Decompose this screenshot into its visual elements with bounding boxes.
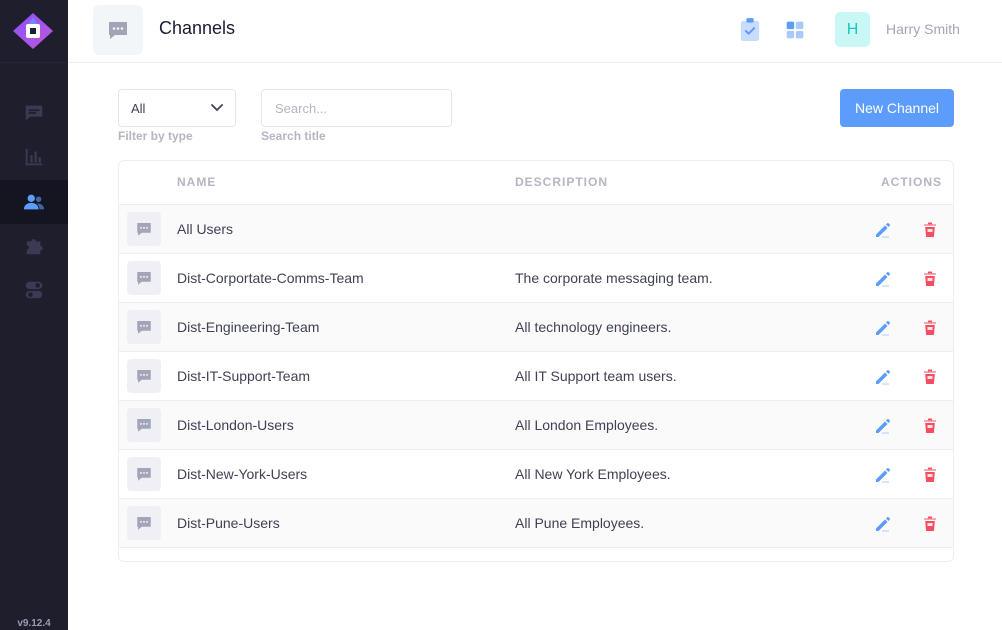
user-name[interactable]: Harry Smith [886,21,960,37]
channel-icon [127,457,161,491]
delete-icon[interactable] [921,221,939,239]
delete-icon[interactable] [921,515,939,533]
message-icon [25,105,43,121]
column-header-name: NAME [177,175,217,189]
channel-name: Dist-New-York-Users [177,466,308,482]
table-row[interactable]: Dist-Pune-Users All Pune Employees. [119,499,953,548]
channel-icon [127,212,161,246]
search-label: Search title [261,129,326,143]
header: Channels H Harry Smith [68,0,1002,63]
delete-icon[interactable] [921,368,939,386]
toggle-icon [25,281,43,299]
delete-icon[interactable] [921,270,939,288]
chat-icon [109,22,127,39]
puzzle-icon [26,239,43,255]
sidebar-item-settings[interactable] [0,268,68,312]
table-row[interactable]: Dist-New-York-Users All New York Employe… [119,450,953,499]
channel-icon [127,310,161,344]
column-header-actions: ACTIONS [881,175,942,189]
table-row[interactable]: Dist-London-Users All London Employees. [119,401,953,450]
sidebar-item-messages[interactable] [0,91,68,135]
edit-icon[interactable] [873,368,891,386]
table-header: NAME DESCRIPTION ACTIONS [119,161,953,205]
edit-icon[interactable] [873,319,891,337]
sidebar-divider [0,62,68,63]
channel-description: All New York Employees. [515,466,671,482]
channel-icon [127,359,161,393]
delete-icon[interactable] [921,319,939,337]
search-input[interactable] [261,89,452,127]
new-channel-button[interactable]: New Channel [840,89,954,127]
column-header-description: DESCRIPTION [515,175,609,189]
channel-description: The corporate messaging team. [515,270,713,286]
sidebar-item-analytics[interactable] [0,135,68,179]
chart-icon [25,148,43,166]
table-row[interactable]: Dist-Engineering-Team All technology eng… [119,303,953,352]
channel-name: Dist-IT-Support-Team [177,368,311,384]
app-logo[interactable] [12,12,54,50]
delete-icon[interactable] [921,466,939,484]
sidebar-item-channels[interactable] [0,180,68,224]
channel-name: Dist-Pune-Users [177,515,280,531]
channel-name: Dist-Engineering-Team [177,319,320,335]
channel-description: All Pune Employees. [515,515,645,531]
channel-name: Dist-London-Users [177,417,294,433]
channels-table: NAME DESCRIPTION ACTIONS All Users Dist-… [118,160,954,562]
channel-icon [127,408,161,442]
table-row[interactable]: All Users [119,205,953,254]
table-row[interactable]: Dist-IT-Support-Team All IT Support team… [119,352,953,401]
channel-name: Dist-Corportate-Comms-Team [177,270,364,286]
edit-icon[interactable] [873,466,891,484]
edit-icon[interactable] [873,221,891,239]
app-version: v9.12.4 [17,618,51,629]
edit-icon[interactable] [873,270,891,288]
chevron-down-icon [211,104,223,112]
channel-name: All Users [177,221,234,237]
page-title: Channels [159,18,236,38]
users-icon [23,194,45,210]
channel-description: All London Employees. [515,417,659,433]
delete-icon[interactable] [921,417,939,435]
table-row[interactable]: Dist-Corportate-Comms-Team The corporate… [119,254,953,303]
edit-icon[interactable] [873,417,891,435]
page-icon [93,5,143,55]
channel-icon [127,261,161,295]
edit-icon[interactable] [873,515,891,533]
sidebar: v9.12.4 [0,0,68,630]
apps-grid-icon[interactable] [783,16,807,44]
sidebar-item-integrations[interactable] [0,224,68,268]
type-filter-value: All [131,100,146,116]
type-filter-label: Filter by type [118,129,193,143]
channel-description: All IT Support team users. [515,368,677,384]
channel-icon [127,506,161,540]
avatar[interactable]: H [835,12,870,47]
type-filter-select[interactable]: All [118,89,236,127]
clipboard-check-icon[interactable] [738,16,762,44]
channel-description: All technology engineers. [515,319,672,335]
